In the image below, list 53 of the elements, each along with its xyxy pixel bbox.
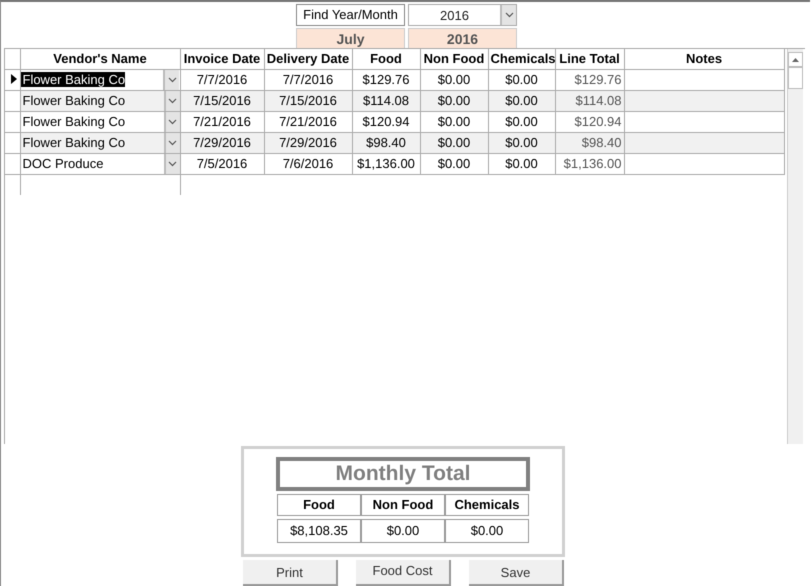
table-cell: $0.00 <box>420 132 488 153</box>
column-header: Food <box>277 494 361 516</box>
table-cell: $98.40 <box>352 132 420 153</box>
table-cell: $1,136.00 <box>555 153 624 174</box>
action-button[interactable]: Save <box>469 560 564 586</box>
table-cell: $0.00 <box>488 90 555 111</box>
column-header: Notes <box>624 49 784 69</box>
table-cell: $0.00 <box>488 69 555 90</box>
table-cell[interactable]: Flower Baking Co <box>20 72 126 87</box>
table-cell: $0.00 <box>420 153 488 174</box>
table-cell: $0.00 <box>420 69 488 90</box>
table-cell: 7/15/2016 <box>180 90 264 111</box>
table-cell: 7/29/2016 <box>180 132 264 153</box>
table-cell: $129.76 <box>352 69 420 90</box>
filter-label: Find Year/Month <box>296 4 405 26</box>
action-button[interactable]: Food Cost <box>356 560 451 586</box>
total-value: $0.00 <box>445 519 529 543</box>
column-header: Non Food <box>420 49 488 69</box>
column-header: Chemicals <box>488 49 555 69</box>
year-label: 2016 <box>408 28 517 48</box>
table-cell: $120.94 <box>555 111 624 132</box>
table-cell: $1,136.00 <box>352 153 420 174</box>
table-cell: $98.40 <box>555 132 624 153</box>
table-cell: 7/15/2016 <box>264 90 352 111</box>
table-cell: $0.00 <box>488 153 555 174</box>
table-cell: 7/6/2016 <box>264 153 352 174</box>
year-dropdown[interactable]: 2016 <box>408 4 517 26</box>
column-header: Line Total <box>555 49 624 69</box>
column-header: Non Food <box>361 494 445 516</box>
column-header: Food <box>352 49 420 69</box>
table-cell: $114.08 <box>555 90 624 111</box>
month-label: July <box>296 28 405 48</box>
column-header: Chemicals <box>445 494 529 516</box>
table-cell: 7/7/2016 <box>264 69 352 90</box>
column-header: Delivery Date <box>264 49 352 69</box>
table-cell: 7/21/2016 <box>180 111 264 132</box>
table-cell: 7/7/2016 <box>180 69 264 90</box>
total-value: $0.00 <box>361 519 445 543</box>
panel-title: Monthly Total <box>276 457 530 491</box>
table-cell: $0.00 <box>488 111 555 132</box>
table-cell: $0.00 <box>488 132 555 153</box>
table-cell: 7/5/2016 <box>180 153 264 174</box>
table-cell: $0.00 <box>420 90 488 111</box>
table-cell: 7/21/2016 <box>264 111 352 132</box>
total-value: $8,108.35 <box>277 519 361 543</box>
action-button[interactable]: Print <box>243 560 338 586</box>
table-cell: $129.76 <box>555 69 624 90</box>
table-cell: $0.00 <box>420 111 488 132</box>
table-cell: $114.08 <box>352 90 420 111</box>
table-cell: $120.94 <box>352 111 420 132</box>
table-cell: 7/29/2016 <box>264 132 352 153</box>
column-header: Vendor's Name <box>20 49 180 69</box>
column-header: Invoice Date <box>180 49 264 69</box>
